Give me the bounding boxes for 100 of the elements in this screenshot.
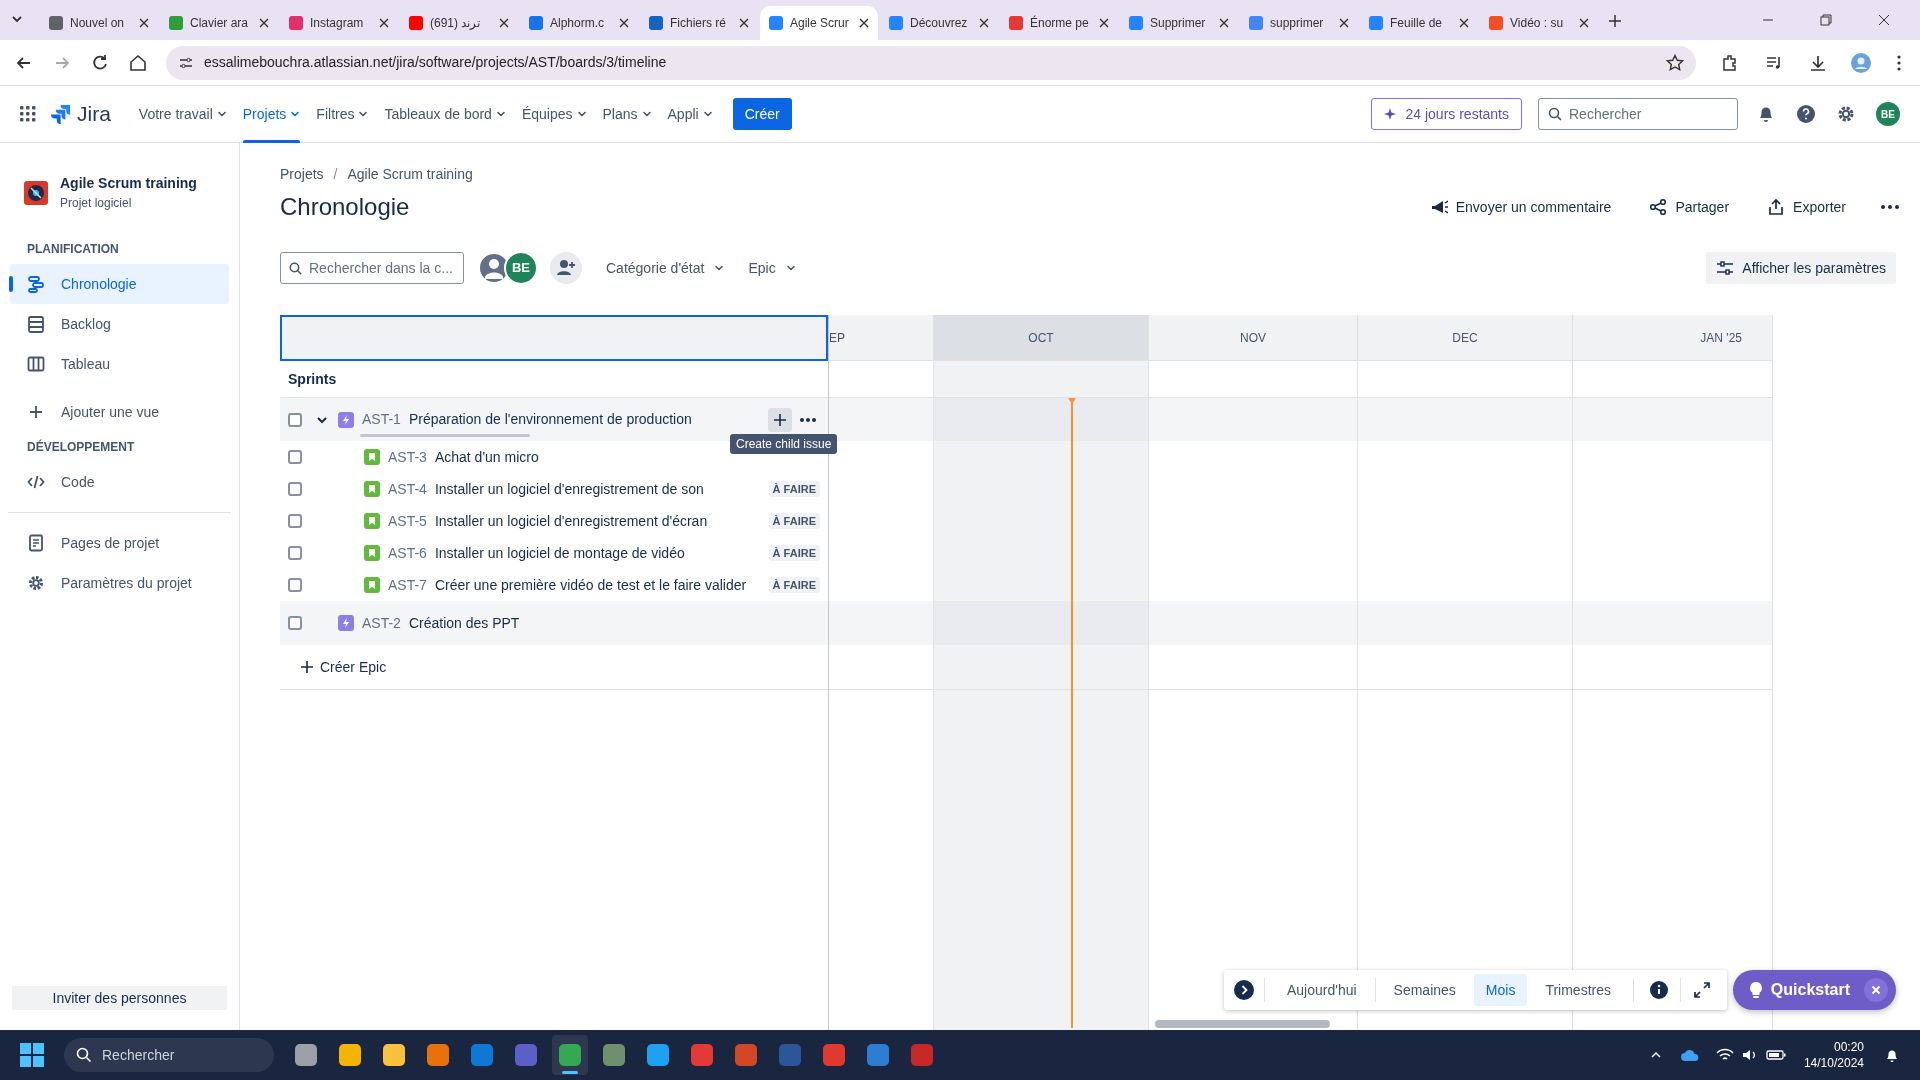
close-icon[interactable] (619, 18, 629, 28)
browser-tab[interactable]: Instagram (280, 6, 398, 40)
close-icon[interactable] (379, 18, 389, 28)
issue-title[interactable]: Installer un logiciel d'enregistrement d'écran (434, 510, 769, 532)
expand-icon[interactable] (1693, 981, 1711, 999)
close-icon[interactable] (499, 18, 509, 28)
close-icon[interactable] (1339, 18, 1349, 28)
create-child-button[interactable] (768, 407, 792, 432)
sidebar-item[interactable]: Tableau (10, 344, 229, 384)
row-checkbox[interactable] (288, 616, 302, 630)
browser-tab[interactable]: Clavier ara (160, 6, 278, 40)
issue-title[interactable]: Création des PPT (408, 612, 820, 634)
clock-date[interactable]: 14/10/2024 (1803, 1055, 1864, 1071)
sidebar-item[interactable]: Ajouter une vue (10, 392, 229, 432)
taskbar-app[interactable] (552, 1035, 588, 1075)
row-checkbox[interactable] (288, 412, 302, 427)
start-icon[interactable] (20, 1043, 44, 1067)
nav-menu[interactable]: Projets (234, 85, 309, 143)
issue-title[interactable]: Installer un logiciel d'enregistrement de son (434, 478, 769, 500)
clock-time[interactable]: 00:20 (1833, 1039, 1864, 1055)
browser-tab[interactable]: Nouvel on (40, 6, 158, 40)
app-switcher-icon[interactable] (20, 105, 37, 123)
nav-menu[interactable]: Tableaux de bord (376, 85, 514, 143)
nav-menu[interactable]: Plans (594, 85, 660, 143)
view-tab[interactable]: Mois (1473, 974, 1528, 1006)
close-icon[interactable] (859, 18, 869, 28)
search-field[interactable]: Rechercher (1538, 98, 1738, 130)
browser-tab[interactable]: Fichiers ré (640, 6, 758, 40)
browser-tab[interactable]: Supprimer (1120, 6, 1238, 40)
quickstart-button[interactable]: Quickstart (1732, 970, 1896, 1010)
more-icon[interactable] (1896, 53, 1902, 72)
settings-button[interactable]: Afficher les paramètres (1706, 252, 1896, 284)
settings-icon[interactable] (1836, 104, 1856, 124)
breadcrumb-link[interactable]: Agile Scrum training (347, 164, 473, 185)
close-icon[interactable] (1878, 14, 1890, 26)
row-checkbox[interactable] (288, 450, 302, 464)
issue-title[interactable]: Installer un logiciel de montage de vidéo (434, 542, 769, 564)
issue-title[interactable]: Créer une première vidéo de test et le faire valider (434, 574, 769, 596)
add-people-icon[interactable] (550, 252, 582, 284)
issue-key[interactable]: AST-5 (388, 510, 427, 532)
sidebar-item[interactable]: Code (10, 462, 229, 502)
cloud-icon[interactable] (1679, 1048, 1700, 1062)
issue-key[interactable]: AST-4 (388, 478, 427, 500)
issue-key[interactable]: AST-1 (362, 409, 401, 430)
help-icon[interactable] (1796, 104, 1816, 124)
browser-tab[interactable]: Alphorm.c (520, 6, 638, 40)
action-button[interactable]: Envoyer un commentaire (1421, 196, 1620, 218)
row-checkbox[interactable] (288, 546, 302, 560)
nav-menu[interactable]: Filtres (308, 85, 377, 143)
info-icon[interactable] (1650, 981, 1668, 999)
issue-title[interactable]: Préparation de l'environnement de production (408, 409, 768, 430)
close-icon[interactable] (739, 18, 749, 28)
view-tab[interactable]: Aujourd'hui (1274, 974, 1369, 1006)
action-button[interactable]: Partager (1641, 196, 1738, 218)
close-icon[interactable] (1219, 18, 1229, 28)
issue-key[interactable]: AST-6 (388, 542, 427, 564)
search-field[interactable]: Rechercher dans la c... (280, 252, 464, 284)
close-icon[interactable] (1099, 18, 1109, 28)
wifi-icon[interactable] (1715, 1048, 1734, 1062)
issue-key[interactable]: AST-7 (388, 574, 427, 596)
issue-key[interactable]: AST-3 (388, 446, 427, 468)
browser-tab[interactable]: supprimer (1240, 6, 1358, 40)
row-checkbox[interactable] (288, 514, 302, 528)
filter-dropdown[interactable]: Epic (748, 257, 796, 279)
avatar[interactable]: BE (504, 251, 538, 285)
avatar[interactable]: BE (1876, 102, 1900, 126)
bookmark-star-icon[interactable] (1666, 53, 1684, 72)
row-checkbox[interactable] (288, 482, 302, 496)
close-icon[interactable] (139, 18, 149, 28)
breadcrumb-link[interactable]: Projets (280, 164, 324, 185)
jira-logo[interactable]: Jira (51, 98, 111, 130)
sidebar-item[interactable]: Backlog (10, 304, 229, 344)
trial-button[interactable]: 24 jours restants (1370, 98, 1522, 130)
view-tab[interactable]: Semaines (1381, 974, 1468, 1006)
filter-dropdown[interactable]: Catégorie d'état (606, 257, 725, 279)
browser-tab[interactable]: Énorme pe (1000, 6, 1118, 40)
new-tab-icon[interactable] (1608, 14, 1622, 28)
nav-menu[interactable]: Équipes (513, 85, 595, 143)
row-checkbox[interactable] (288, 578, 302, 592)
browser-tab[interactable]: Vidéo : su (1480, 6, 1598, 40)
issue-key[interactable]: AST-2 (362, 612, 401, 634)
restore-icon[interactable] (1820, 14, 1832, 26)
invite-button[interactable]: Inviter des personnes (12, 986, 227, 1010)
next-icon[interactable] (1233, 980, 1254, 1000)
profile-icon[interactable] (1850, 51, 1872, 74)
home-icon[interactable] (128, 52, 148, 73)
scrollbar-thumb[interactable] (1155, 1020, 1330, 1028)
browser-tab[interactable]: Découvrez (880, 6, 998, 40)
more-icon[interactable] (1880, 204, 1900, 210)
address-bar[interactable]: essalimebouchra.atlassian.net/jira/software/projects/AST/boards/3/timeline (166, 45, 1696, 80)
sidebar-item[interactable]: Chronologie (10, 264, 229, 304)
browser-tab[interactable]: Feuille de (1360, 6, 1478, 40)
battery-icon[interactable] (1765, 1049, 1786, 1061)
create-button[interactable]: Créer (732, 98, 792, 130)
close-icon[interactable] (1579, 18, 1589, 28)
close-icon[interactable] (1459, 18, 1469, 28)
epic-row[interactable]: AST-2 Création des PPT (280, 601, 828, 645)
taskbar-search[interactable]: Rechercher (64, 1038, 274, 1072)
nav-menu[interactable]: Votre travail (130, 85, 235, 143)
browser-tab[interactable]: Agile Scrur (760, 6, 878, 40)
